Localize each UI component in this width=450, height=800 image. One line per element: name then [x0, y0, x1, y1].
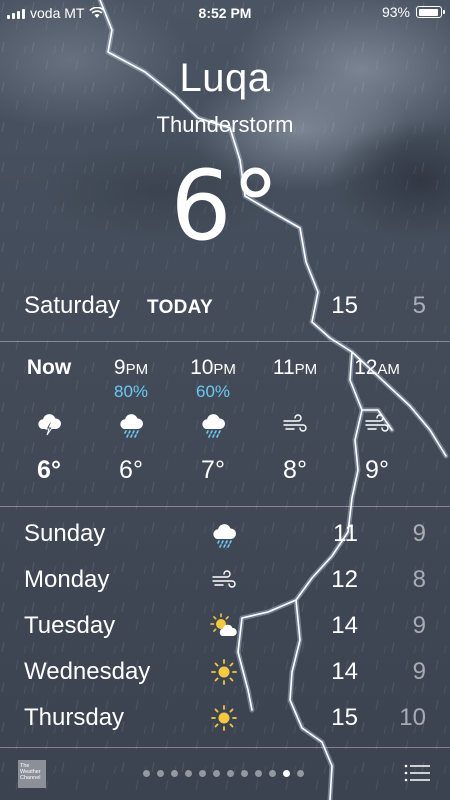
- hour-label: 11PM: [272, 356, 318, 379]
- hour-label: 12AM: [354, 356, 400, 379]
- hour-temperature: 7°: [201, 456, 225, 484]
- list-icon[interactable]: [404, 764, 430, 782]
- day-high: 12: [331, 566, 358, 593]
- sun-icon: [210, 658, 238, 686]
- page-dot[interactable]: [213, 770, 220, 777]
- weather-channel-logo[interactable]: The Weather Channel: [18, 760, 46, 788]
- page-dot[interactable]: [269, 770, 276, 777]
- today-high: 15: [331, 292, 358, 319]
- daily-row: Monday 12 8: [24, 560, 426, 606]
- precip-chance: 3: [419, 382, 450, 402]
- day-high: 14: [331, 658, 358, 685]
- page-dot[interactable]: [157, 770, 164, 777]
- day-low: 9: [412, 612, 426, 639]
- page-dot[interactable]: [255, 770, 262, 777]
- day-name: Tuesday: [24, 612, 116, 639]
- day-name: Thursday: [24, 704, 125, 731]
- daily-row: Thursday 15 10: [24, 698, 426, 744]
- battery-icon: [416, 6, 445, 18]
- page-dot[interactable]: [199, 770, 206, 777]
- hourly-forecast[interactable]: Now 6° 9PM 80% 6° 10PM 60% 7° 11PM 8° 12AM 9° 13: [0, 342, 450, 506]
- precip-chance: 60%: [195, 382, 231, 401]
- thunderstorm-icon: [35, 410, 63, 438]
- wind-icon: [210, 566, 238, 594]
- hour-temperature: 6°: [37, 456, 61, 484]
- sun-icon: [210, 704, 238, 732]
- status-bar: voda MT 8:52 PM 93%: [0, 0, 450, 26]
- bottom-bar: The Weather Channel: [0, 748, 450, 800]
- daily-forecast[interactable]: Sunday 11 9 Monday 12 8 Tuesday 14 9 Wednesday 14 9…: [24, 514, 426, 744]
- hour-label: Now: [26, 356, 72, 379]
- day-low: 10: [399, 704, 426, 731]
- day-high: 14: [331, 612, 358, 639]
- wind-icon: [363, 410, 391, 438]
- day-name: Wednesday: [24, 658, 151, 685]
- hour-label: 1: [419, 356, 450, 380]
- today-label: TODAY: [147, 297, 213, 318]
- page-dot[interactable]: [143, 770, 150, 777]
- day-high: 15: [331, 704, 358, 731]
- battery-percent: 93%: [381, 4, 410, 20]
- rain-cloud-icon: [210, 520, 238, 548]
- today-low: 5: [412, 292, 426, 319]
- city-name: Luqa: [179, 56, 271, 100]
- daily-row: Tuesday 14 9: [24, 606, 426, 652]
- page-dot[interactable]: [185, 770, 192, 777]
- page-dot[interactable]: [227, 770, 234, 777]
- hour-temperature: 8°: [283, 456, 307, 484]
- hour-label: 10PM: [190, 356, 236, 379]
- rain-cloud-icon: [199, 410, 227, 438]
- partly-sunny-icon: [210, 612, 238, 640]
- status-right: 93%: [381, 4, 445, 20]
- day-high: 11: [333, 520, 358, 547]
- hour-temperature: 9°: [365, 456, 389, 484]
- precip-chance: 80%: [113, 382, 149, 401]
- day-name: Monday: [24, 566, 110, 593]
- hour-label: 9PM: [113, 356, 149, 379]
- today-row: Saturday TODAY 15 5: [24, 288, 426, 328]
- page-dot[interactable]: [241, 770, 248, 777]
- hour-temperature: 6°: [119, 456, 143, 484]
- current-condition: Thunderstorm: [156, 112, 294, 137]
- wind-icon: [281, 410, 309, 438]
- daily-row: Wednesday 14 9: [24, 652, 426, 698]
- day-low: 9: [412, 658, 426, 685]
- divider: [0, 506, 450, 507]
- daily-row: Sunday 11 9: [24, 514, 426, 560]
- day-name: Sunday: [24, 520, 106, 547]
- page-dot[interactable]: [171, 770, 178, 777]
- current-temperature: 6°: [170, 150, 280, 262]
- day-low: 8: [412, 566, 426, 593]
- today-day: Saturday: [24, 292, 121, 319]
- page-indicator[interactable]: [143, 770, 304, 777]
- day-low: 9: [412, 520, 426, 547]
- page-dot[interactable]: [297, 770, 304, 777]
- page-dot[interactable]: [283, 770, 290, 777]
- rain-cloud-icon: [117, 410, 145, 438]
